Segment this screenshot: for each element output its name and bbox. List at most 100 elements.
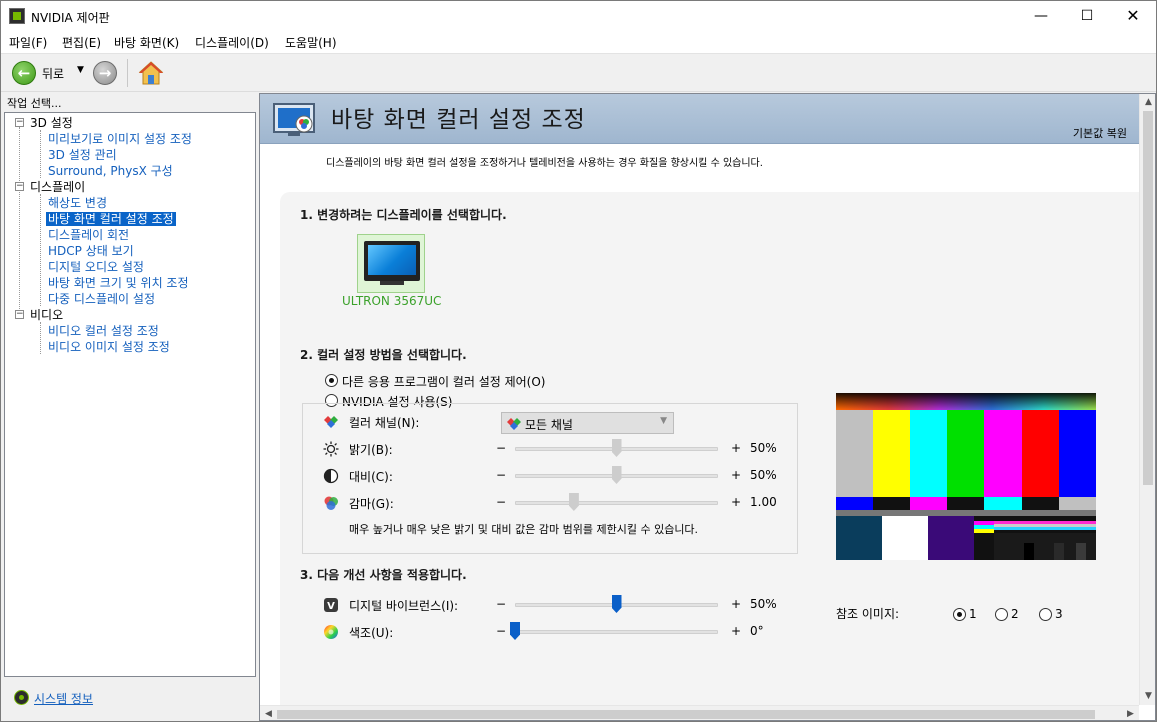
reference-radio-2[interactable] [995,608,1008,621]
task-select-header: 작업 선택... [7,97,62,110]
content-pane: 바탕 화면 컬러 설정 조정 기본값 복원 디스플레이의 바탕 화면 컬러 설정… [259,93,1156,721]
gamma-warning-text: 매우 높거나 매우 낮은 밝기 및 대비 값은 감마 범위를 제한시킬 수 있습… [349,523,699,536]
nvidia-icon [9,8,25,24]
sidebar-item-rotate-display[interactable]: 디스플레이 회전 [48,227,129,243]
menu-desktop[interactable]: 바탕 화면(K) [114,34,179,51]
gamma-increase[interactable]: + [731,495,741,509]
home-icon[interactable] [138,60,164,86]
page-banner: 바탕 화면 컬러 설정 조정 기본값 복원 [260,94,1139,144]
reference-radio-2-label[interactable]: 2 [1011,607,1019,621]
reference-test-pattern-image [836,393,1096,560]
radio-other-app-label[interactable]: 다른 응용 프로그램이 컬러 설정 제어(O) [342,373,545,390]
gamma-label: 감마(G): [349,497,394,511]
step3-title: 3. 다음 개선 사항을 적용합니다. [300,568,467,582]
hue-slider-track[interactable] [515,630,718,634]
contrast-increase[interactable]: + [731,468,741,482]
sidebar-item-desktop-color[interactable]: 바탕 화면 컬러 설정 조정 [46,211,176,227]
scroll-up-icon[interactable]: ▲ [1140,94,1155,111]
color-channel-label: 컬러 채널(N): [349,416,420,430]
rgb-circles-icon [324,496,338,510]
gamma-value: 1.00 [750,495,777,509]
vibrance-increase[interactable]: + [731,597,741,611]
radio-other-app-control[interactable] [325,374,338,387]
display-selector[interactable] [357,234,425,293]
close-button[interactable]: ✕ [1110,1,1156,31]
menu-edit[interactable]: 편집(E) [62,34,101,51]
collapse-icon[interactable]: − [15,310,24,319]
menu-display[interactable]: 디스플레이(D) [195,34,269,51]
sidebar-item-multi-display[interactable]: 다중 디스플레이 설정 [48,291,155,307]
contrast-label: 대비(C): [349,470,393,484]
vibrance-value: 50% [750,597,777,611]
contrast-icon [323,468,339,484]
tree-connector [40,130,41,178]
vertical-scrollbar[interactable]: ▲ ▼ [1139,94,1155,705]
gamma-slider-track[interactable] [515,501,718,505]
reference-radio-3-label[interactable]: 3 [1055,607,1063,621]
display-name: ULTRON 3567UC [342,294,442,308]
reference-radio-1-label[interactable]: 1 [969,607,977,621]
svg-text:V: V [327,601,335,612]
gamma-decrease[interactable]: − [496,495,506,509]
brightness-label: 밝기(B): [349,443,393,457]
contrast-decrease[interactable]: − [496,468,506,482]
vibrance-decrease[interactable]: − [496,597,506,611]
system-info-link[interactable]: 시스템 정보 [34,690,93,707]
tree-connector [19,127,20,317]
menu-help[interactable]: 도움말(H) [285,34,337,51]
back-arrow-icon[interactable]: ← [12,61,36,85]
step1-title: 1. 변경하려는 디스플레이를 선택합니다. [300,208,507,222]
rgb-diamond-icon [507,418,521,430]
maximize-button[interactable]: ☐ [1064,1,1110,31]
restore-defaults-link[interactable]: 기본값 복원 [1073,125,1127,141]
monitor-icon [364,241,420,281]
page-title: 바탕 화면 컬러 설정 조정 [331,107,586,133]
sun-icon [323,441,339,457]
scroll-left-icon[interactable]: ◀ [260,706,277,720]
toolbar: ← 뒤로 ▼ → [1,53,1156,92]
brightness-increase[interactable]: + [731,441,741,455]
vertical-scroll-thumb[interactable] [1143,111,1153,485]
toolbar-separator [127,59,128,87]
nvidia-control-panel-window: NVIDIA 제어판 — ☐ ✕ 파일(F) 편집(E) 바탕 화면(K) 디스… [0,0,1157,722]
desktop-color-icon [273,103,315,136]
page-description: 디스플레이의 바탕 화면 컬러 설정을 조정하거나 텔레비전을 사용하는 경우 … [326,158,763,169]
hue-increase[interactable]: + [731,624,741,638]
sidebar-item-digital-audio[interactable]: 디지털 오디오 설정 [48,259,144,275]
forward-arrow-icon[interactable]: → [93,61,117,85]
back-button[interactable]: 뒤로 [42,65,64,82]
sidebar-item-surround-physx[interactable]: Surround, PhysX 구성 [48,163,173,179]
sidebar-item-desktop-size[interactable]: 바탕 화면 크기 및 위치 조정 [48,275,189,291]
horizontal-scrollbar[interactable]: ◀ ▶ [260,705,1139,720]
brightness-decrease[interactable]: − [496,441,506,455]
back-dropdown-icon[interactable]: ▼ [77,65,84,75]
tree-connector [40,194,41,306]
minimize-button[interactable]: — [1018,1,1064,31]
scroll-down-icon[interactable]: ▼ [1140,688,1155,705]
color-wheel-icon [324,625,338,639]
collapse-icon[interactable]: − [15,182,24,191]
reference-radio-1[interactable] [953,608,966,621]
sidebar-item-hdcp-status[interactable]: HDCP 상태 보기 [48,243,134,259]
menu-file[interactable]: 파일(F) [9,34,47,51]
reference-image-label: 참조 이미지: [836,607,900,621]
tree-connector [40,322,41,354]
reference-radio-3[interactable] [1039,608,1052,621]
sidebar-item-video-color[interactable]: 비디오 컬러 설정 조정 [48,323,159,339]
hue-decrease[interactable]: − [496,624,506,638]
sidebar-item-manage-3d[interactable]: 3D 설정 관리 [48,147,117,163]
step2-title: 2. 컬러 설정 방법을 선택합니다. [300,348,467,362]
task-tree-pane: − 3D 설정 미리보기로 이미지 설정 조정 3D 설정 관리 Surroun… [4,112,256,677]
sidebar-item-video-image[interactable]: 비디오 이미지 설정 조정 [48,339,170,355]
scroll-right-icon[interactable]: ▶ [1122,706,1139,720]
contrast-value: 50% [750,468,777,482]
hue-value: 0° [750,624,764,638]
horizontal-scroll-thumb[interactable] [277,710,1095,719]
rgb-diamond-icon [324,416,338,428]
sidebar-item-change-resolution[interactable]: 해상도 변경 [48,195,107,211]
system-info-icon [14,690,29,705]
vibrance-label: 디지털 바이브런스(I): [349,599,459,613]
sidebar-item-image-preview[interactable]: 미리보기로 이미지 설정 조정 [48,131,192,147]
color-channel-dropdown[interactable]: 모든 채널 ▼ [501,412,674,434]
collapse-icon[interactable]: − [15,118,24,127]
